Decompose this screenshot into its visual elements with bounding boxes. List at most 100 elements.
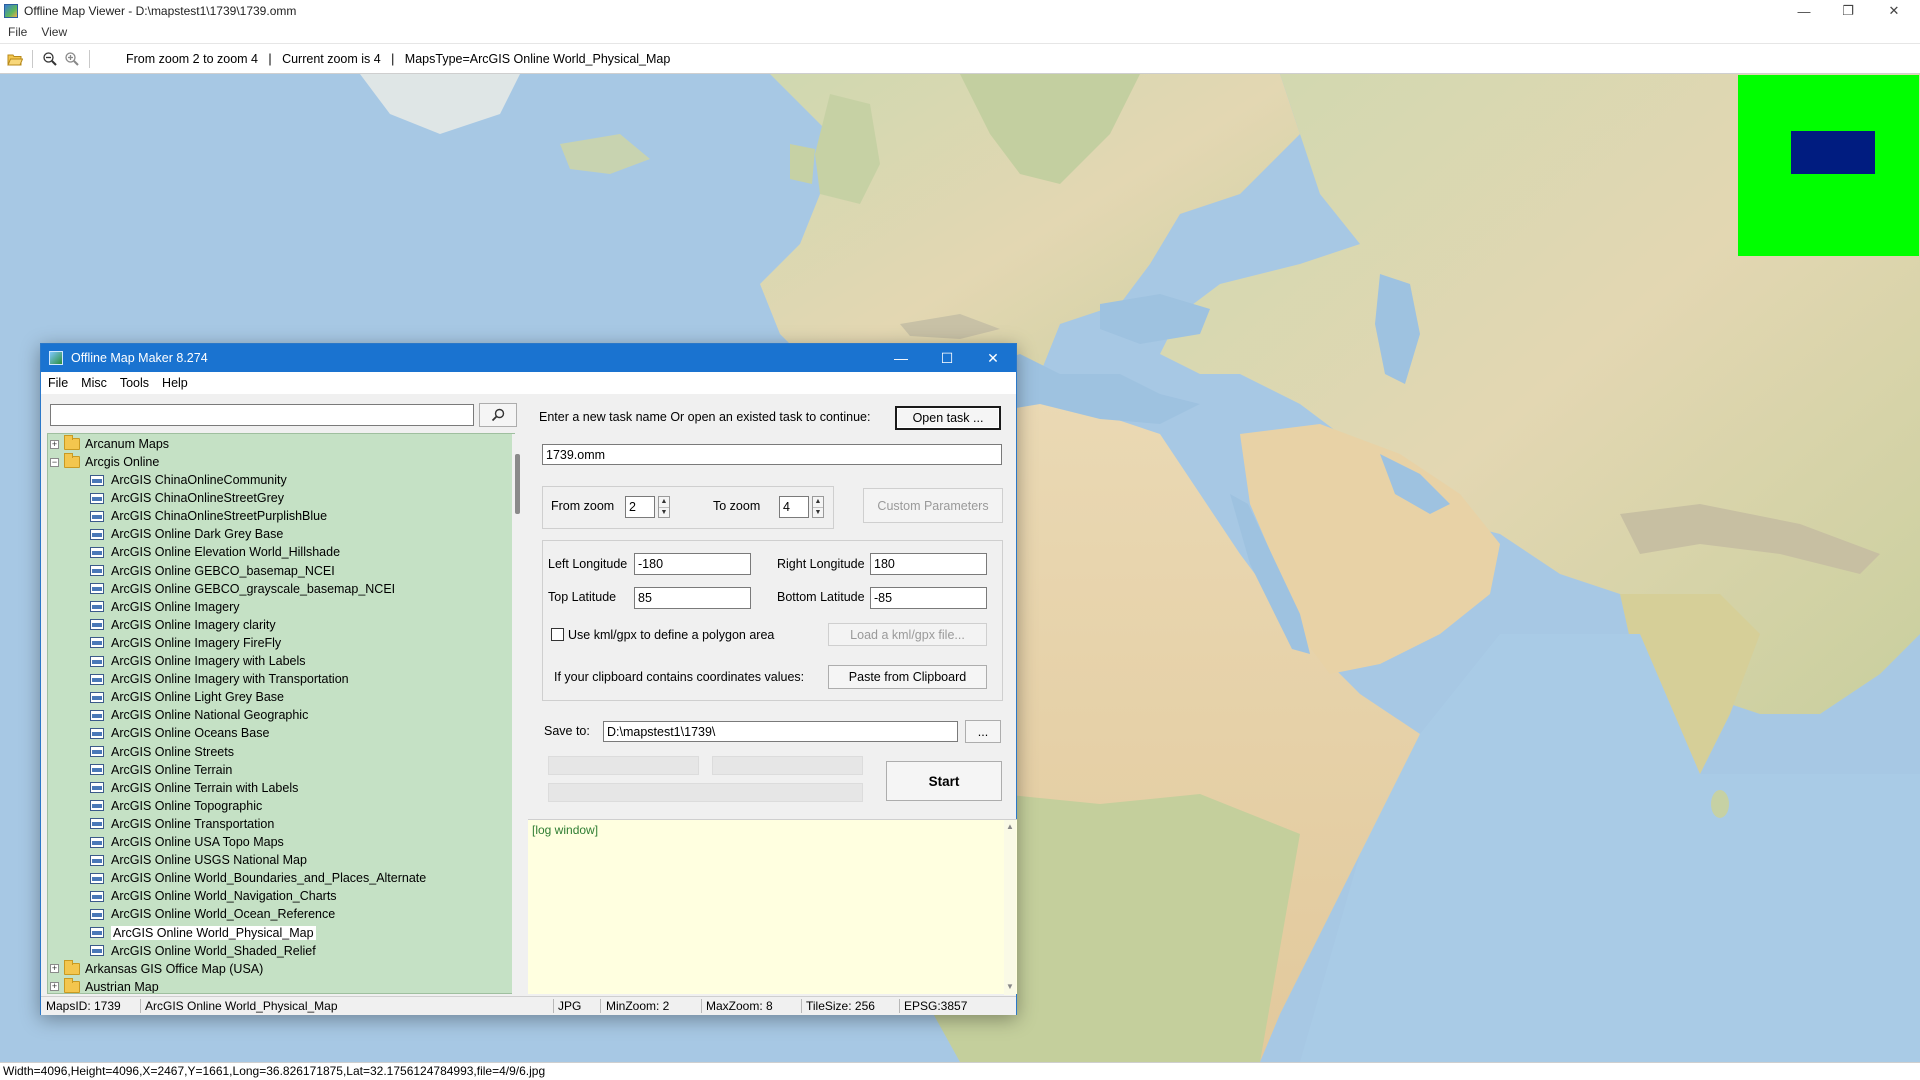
dialog-maximize-button[interactable]: ☐ <box>924 344 970 372</box>
browse-folder-button[interactable]: ... <box>965 720 1001 743</box>
collapse-icon[interactable]: − <box>50 457 59 467</box>
tree-scrollbar[interactable] <box>512 434 524 994</box>
map-tile-icon <box>90 583 104 595</box>
from-zoom-stepper[interactable]: ▲ ▼ <box>658 496 670 518</box>
status-format: JPG <box>558 999 582 1013</box>
to-zoom-input[interactable]: 4 <box>779 496 809 518</box>
spin-up-icon[interactable]: ▲ <box>813 497 823 508</box>
open-task-button[interactable]: Open task ... <box>895 406 1001 430</box>
tree-folder-arkansas-gis[interactable]: + Arkansas GIS Office Map (USA) <box>50 959 263 978</box>
bottom-latitude-input[interactable]: -85 <box>870 587 987 609</box>
log-window[interactable]: [log window] ▲ ▼ <box>528 819 1017 995</box>
tree-item-map-source[interactable]: ArcGIS Online Topographic <box>90 797 262 815</box>
right-longitude-input[interactable]: 180 <box>870 553 987 575</box>
overview-viewport-box[interactable] <box>1791 131 1875 174</box>
tree-item-label: ArcGIS Online Oceans Base <box>111 726 270 741</box>
log-scrollbar[interactable]: ▲ ▼ <box>1004 820 1016 995</box>
tree-item-map-source[interactable]: ArcGIS Online Streets <box>90 743 234 761</box>
start-button[interactable]: Start <box>886 761 1002 801</box>
tree-item-label: ArcGIS Online Topographic <box>111 798 263 813</box>
tree-item-map-source[interactable]: ArcGIS Online Imagery clarity <box>90 616 276 634</box>
tree-item-map-source[interactable]: ArcGIS Online World_Shaded_Relief <box>90 942 316 960</box>
viewer-minimize-button[interactable]: — <box>1782 0 1826 22</box>
tree-item-map-source[interactable]: ArcGIS Online USGS National Map <box>90 851 307 869</box>
map-tile-icon <box>90 474 104 486</box>
dialog-close-button[interactable]: ✕ <box>970 344 1016 372</box>
viewer-maximize-button[interactable]: ❐ <box>1826 0 1870 22</box>
viewer-close-button[interactable]: ✕ <box>1872 0 1916 22</box>
custom-parameters-button[interactable]: Custom Parameters <box>863 488 1003 523</box>
dialog-menu-tools[interactable]: Tools <box>120 376 149 390</box>
tree-item-map-source[interactable]: ArcGIS Online Imagery <box>90 598 240 616</box>
from-zoom-input[interactable]: 2 <box>625 496 655 518</box>
tree-item-map-source[interactable]: ArcGIS Online Terrain <box>90 761 232 779</box>
dialog-menubar: File Misc Tools Help <box>41 372 1016 394</box>
zoom-out-icon[interactable] <box>39 48 61 70</box>
tree-item-map-source[interactable]: ArcGIS Online Terrain with Labels <box>90 779 298 797</box>
tree-item-map-source[interactable]: ArcGIS Online GEBCO_basemap_NCEI <box>90 562 335 580</box>
to-zoom-stepper[interactable]: ▲ ▼ <box>812 496 824 518</box>
tree-item-label: ArcGIS ChinaOnlineCommunity <box>111 473 287 487</box>
scroll-down-icon[interactable]: ▼ <box>1006 983 1014 991</box>
paste-from-clipboard-button[interactable]: Paste from Clipboard <box>828 665 987 689</box>
offline-map-maker-dialog: Offline Map Maker 8.274 — ☐ ✕ File Misc … <box>40 343 1017 1015</box>
kml-polygon-checkbox[interactable] <box>551 628 564 641</box>
load-kml-button[interactable]: Load a kml/gpx file... <box>828 623 987 646</box>
spin-down-icon[interactable]: ▼ <box>659 508 669 518</box>
tree-item-map-source[interactable]: ArcGIS Online Elevation World_Hillshade <box>90 543 340 561</box>
viewer-menu-view[interactable]: View <box>41 25 67 39</box>
tree-item-map-source[interactable]: ArcGIS Online World_Navigation_Charts <box>90 887 337 905</box>
zoom-info-text: From zoom 2 to zoom 4 | Current zoom is … <box>126 51 671 66</box>
scroll-up-icon[interactable]: ▲ <box>1006 823 1014 831</box>
zoom-in-icon[interactable] <box>61 48 83 70</box>
tree-item-map-source[interactable]: ArcGIS Online Imagery with Labels <box>90 652 306 670</box>
tree-item-map-source[interactable]: ArcGIS Online Dark Grey Base <box>90 525 283 543</box>
tree-folder-arcanum-maps[interactable]: + Arcanum Maps <box>50 435 169 453</box>
task-name-input[interactable]: 1739.omm <box>542 444 1002 465</box>
tree-item-map-source[interactable]: ArcGIS Online GEBCO_grayscale_basemap_NC… <box>90 580 395 598</box>
status-maps-id: MapsID: 1739 <box>46 999 121 1013</box>
top-latitude-input[interactable]: 85 <box>634 587 751 609</box>
tree-item-label: ArcGIS Online World_Navigation_Charts <box>111 889 337 904</box>
map-search-input[interactable] <box>50 404 474 426</box>
tree-folder-arcgis-online[interactable]: − Arcgis Online <box>50 453 159 471</box>
tree-item-map-source[interactable]: ArcGIS ChinaOnlineStreetGrey <box>90 489 284 507</box>
tree-item-label: ArcGIS Online Streets <box>111 744 234 759</box>
tree-item-map-source[interactable]: ArcGIS Online Oceans Base <box>90 724 269 742</box>
tree-item-map-source[interactable]: ArcGIS Online Imagery FireFly <box>90 634 281 652</box>
dialog-menu-file[interactable]: File <box>48 376 68 390</box>
tree-item-map-source[interactable]: ArcGIS ChinaOnlineCommunity <box>90 471 287 489</box>
folder-icon <box>64 977 80 993</box>
dialog-statusbar: MapsID: 1739 ArcGIS Online World_Physica… <box>41 996 1016 1015</box>
expand-icon[interactable]: + <box>50 964 59 974</box>
tree-scroll-thumb[interactable] <box>515 454 520 514</box>
tree-item-label: ArcGIS Online Terrain <box>111 762 233 777</box>
log-text: [log window] <box>532 823 599 837</box>
viewer-menu-file[interactable]: File <box>8 25 27 39</box>
tree-item-map-source[interactable]: ArcGIS Online Transportation <box>90 815 274 833</box>
map-tile-icon <box>90 691 104 703</box>
tree-item-map-source[interactable]: ArcGIS Online World_Ocean_Reference <box>90 905 335 923</box>
tree-item-label: ArcGIS Online GEBCO_grayscale_basemap_NC… <box>111 581 396 596</box>
tree-item-map-source[interactable]: ArcGIS Online Imagery with Transportatio… <box>90 670 349 688</box>
tree-item-map-source[interactable]: ArcGIS Online Light Grey Base <box>90 688 284 706</box>
tree-folder-austrian-map[interactable]: + Austrian Map <box>50 977 159 993</box>
overview-minimap[interactable] <box>1738 75 1919 256</box>
tree-item-map-source[interactable]: ArcGIS Online World_Physical_Map <box>90 924 316 942</box>
tree-item-map-source[interactable]: ArcGIS Online USA Topo Maps <box>90 833 284 851</box>
dialog-menu-help[interactable]: Help <box>162 376 188 390</box>
dialog-minimize-button[interactable]: — <box>878 344 924 372</box>
expand-icon[interactable]: + <box>50 982 59 992</box>
spin-up-icon[interactable]: ▲ <box>659 497 669 508</box>
spin-down-icon[interactable]: ▼ <box>813 508 823 518</box>
tree-item-map-source[interactable]: ArcGIS ChinaOnlineStreetPurplishBlue <box>90 507 327 525</box>
left-longitude-input[interactable]: -180 <box>634 553 751 575</box>
tree-item-map-source[interactable]: ArcGIS Online World_Boundaries_and_Place… <box>90 869 426 887</box>
save-path-input[interactable]: D:\mapstest1\1739\ <box>603 721 958 742</box>
expand-icon[interactable]: + <box>50 439 59 449</box>
dialog-menu-misc[interactable]: Misc <box>81 376 107 390</box>
map-source-tree[interactable]: + Arcanum Maps − Arcgis Online ArcGIS Ch… <box>47 433 515 994</box>
tree-item-map-source[interactable]: ArcGIS Online National Geographic <box>90 706 308 724</box>
open-folder-icon[interactable] <box>4 48 26 70</box>
search-button[interactable] <box>479 403 517 427</box>
